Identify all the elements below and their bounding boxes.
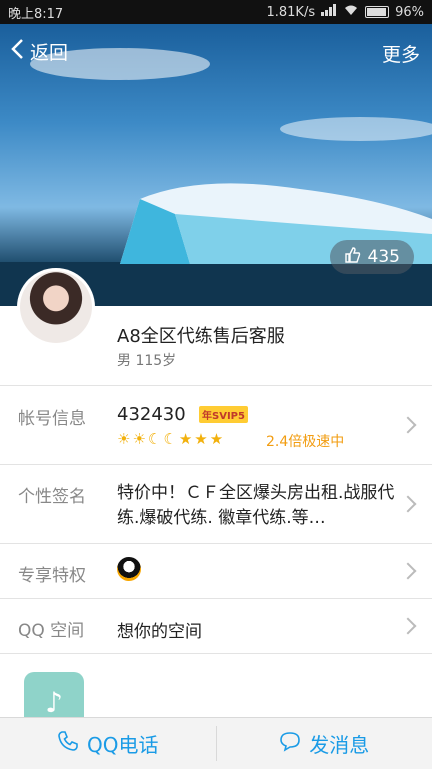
bottom-action-bar: QQ电话 发消息 <box>0 717 432 769</box>
star-icon: ★ <box>194 430 207 448</box>
wifi-icon <box>343 4 359 20</box>
status-bar: 晚上8:17 1.81K/s 96% <box>0 0 432 24</box>
qzone-label: QQ 空间 <box>18 616 84 641</box>
back-label: 返回 <box>30 38 68 65</box>
avatar[interactable] <box>17 268 95 346</box>
chevron-right-icon <box>400 417 417 434</box>
chevron-right-icon <box>400 563 417 580</box>
signature-text: 特价中！ＣＦ全区爆头房出租.战服代练.爆破代练. 徽章代练.等… <box>117 481 395 531</box>
like-count: 435 <box>368 247 400 267</box>
star-icon: ★ <box>210 430 223 448</box>
qzone-text: 想你的空间 <box>117 617 202 642</box>
profile-gender-age: 男 115岁 <box>117 350 176 370</box>
privilege-label: 专享特权 <box>18 561 86 586</box>
sun-icon: ☀ <box>117 430 130 448</box>
battery-percent: 96% <box>395 5 424 20</box>
moon-icon: ☾ <box>148 430 161 448</box>
chat-bubble-icon <box>279 730 301 757</box>
account-info-row[interactable]: 帐号信息 <box>0 386 432 464</box>
profile-name: A8全区代练售后客服 <box>117 322 285 348</box>
vip-badge: 年SVIP5 <box>199 406 248 423</box>
sun-icon: ☀ <box>132 430 145 448</box>
qq-call-button[interactable]: QQ电话 <box>0 718 216 769</box>
chevron-left-icon <box>10 38 24 65</box>
net-speed: 1.81K/s <box>266 5 315 20</box>
signature-label: 个性签名 <box>18 482 86 507</box>
status-right: 1.81K/s 96% <box>266 4 424 20</box>
moon-icon: ☾ <box>163 430 176 448</box>
send-message-button[interactable]: 发消息 <box>217 718 432 769</box>
qq-penguin-icon <box>117 557 141 581</box>
phone-icon <box>57 730 79 757</box>
thumbs-up-icon <box>344 246 362 269</box>
account-number: 432430 <box>117 404 186 425</box>
qq-call-label: QQ电话 <box>87 729 158 758</box>
status-time: 晚上8:17 <box>8 3 63 22</box>
chevron-right-icon <box>400 618 417 635</box>
like-button[interactable]: 435 <box>330 240 414 274</box>
more-button[interactable]: 更多 <box>382 40 420 67</box>
account-info-label: 帐号信息 <box>18 404 86 429</box>
chevron-right-icon <box>400 496 417 513</box>
privilege-row[interactable]: 专享特权 <box>0 544 432 598</box>
back-button[interactable]: 返回 <box>10 38 68 65</box>
star-icon: ★ <box>179 430 192 448</box>
signal-icon <box>321 4 337 20</box>
divider <box>0 653 432 654</box>
level-icons: ☀ ☀ ☾ ☾ ★ ★ ★ <box>117 430 223 448</box>
speed-text: 2.4倍极速中 <box>266 431 344 451</box>
battery-icon <box>365 6 389 18</box>
cover-image: 返回 更多 435 <box>0 24 432 306</box>
send-message-label: 发消息 <box>309 729 369 758</box>
qzone-row[interactable]: QQ 空间 <box>0 599 432 653</box>
